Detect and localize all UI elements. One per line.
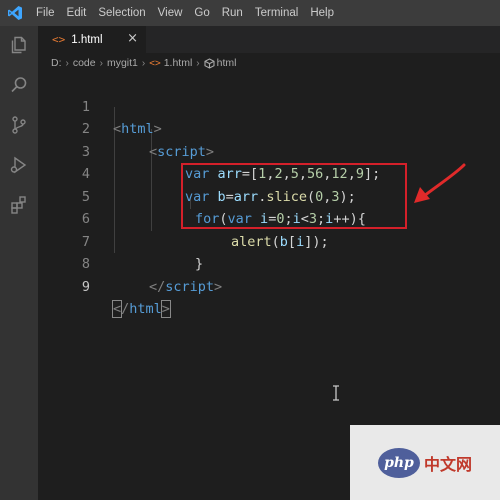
red-arrow-icon [414,163,466,203]
menu-terminal[interactable]: Terminal [249,0,304,26]
tab-label: 1.html [71,33,103,46]
extensions-icon[interactable] [7,193,31,217]
php-logo: php [377,447,420,478]
line-code: </html> [111,298,171,321]
code-line: 3 var arr=[1,2,5,56,12,9]; [38,118,500,183]
menu-help[interactable]: Help [304,0,340,26]
breadcrumb-folder-code[interactable]: code [73,57,96,69]
menu-edit[interactable]: Edit [61,0,93,26]
line-number: 9 [81,278,90,295]
html-file-icon: <> [149,57,161,69]
title-bar: File Edit Selection View Go Run Terminal… [0,0,500,26]
code-line: 1 <html> [38,73,500,138]
line-code: </script> [149,276,222,299]
menu-bar: File Edit Selection View Go Run Terminal… [30,0,340,26]
source-control-icon[interactable] [7,113,31,137]
chevron-right-icon: › [196,57,200,69]
close-icon[interactable]: × [127,31,138,46]
chevron-right-icon: › [99,57,103,69]
tab-1-html[interactable]: <> 1.html × [38,26,146,53]
breadcrumb-drive[interactable]: D: [51,57,62,69]
vscode-logo-icon [0,0,30,26]
code-token: < [111,300,123,318]
menu-selection[interactable]: Selection [92,0,151,26]
code-token: html [129,301,162,317]
watermark: php 中文网 [350,425,500,500]
breadcrumb: D: › code › mygit1 › <> 1.html › html [38,53,500,73]
menu-file[interactable]: File [30,0,61,26]
code-line: 8 </script> [38,231,500,295]
menu-run[interactable]: Run [216,0,249,26]
code-line-current: 9 </html> [38,253,500,318]
menu-view[interactable]: View [152,0,189,26]
explorer-icon[interactable] [7,33,31,57]
chevron-right-icon: › [65,57,69,69]
html-file-icon: <> [52,33,66,46]
tab-bar: <> 1.html × [38,26,500,53]
run-debug-icon[interactable] [7,153,31,177]
code-line: 2 <script> [38,96,500,160]
menu-go[interactable]: Go [188,0,215,26]
highlight-box [181,163,407,229]
code-token: > [160,300,171,318]
breadcrumb-symbol[interactable]: html [217,57,237,69]
activity-bar [0,26,38,500]
watermark-text: 中文网 [423,454,472,474]
code-token: </ [149,278,166,295]
search-icon[interactable] [7,73,31,97]
text-cursor-icon [333,385,339,401]
code-token: > [214,278,223,295]
breadcrumb-folder-mygit1[interactable]: mygit1 [107,57,138,69]
symbol-element-icon [204,57,215,69]
breadcrumb-file[interactable]: 1.html [164,57,193,69]
chevron-right-icon: › [141,57,146,69]
code-token: script [165,278,215,295]
